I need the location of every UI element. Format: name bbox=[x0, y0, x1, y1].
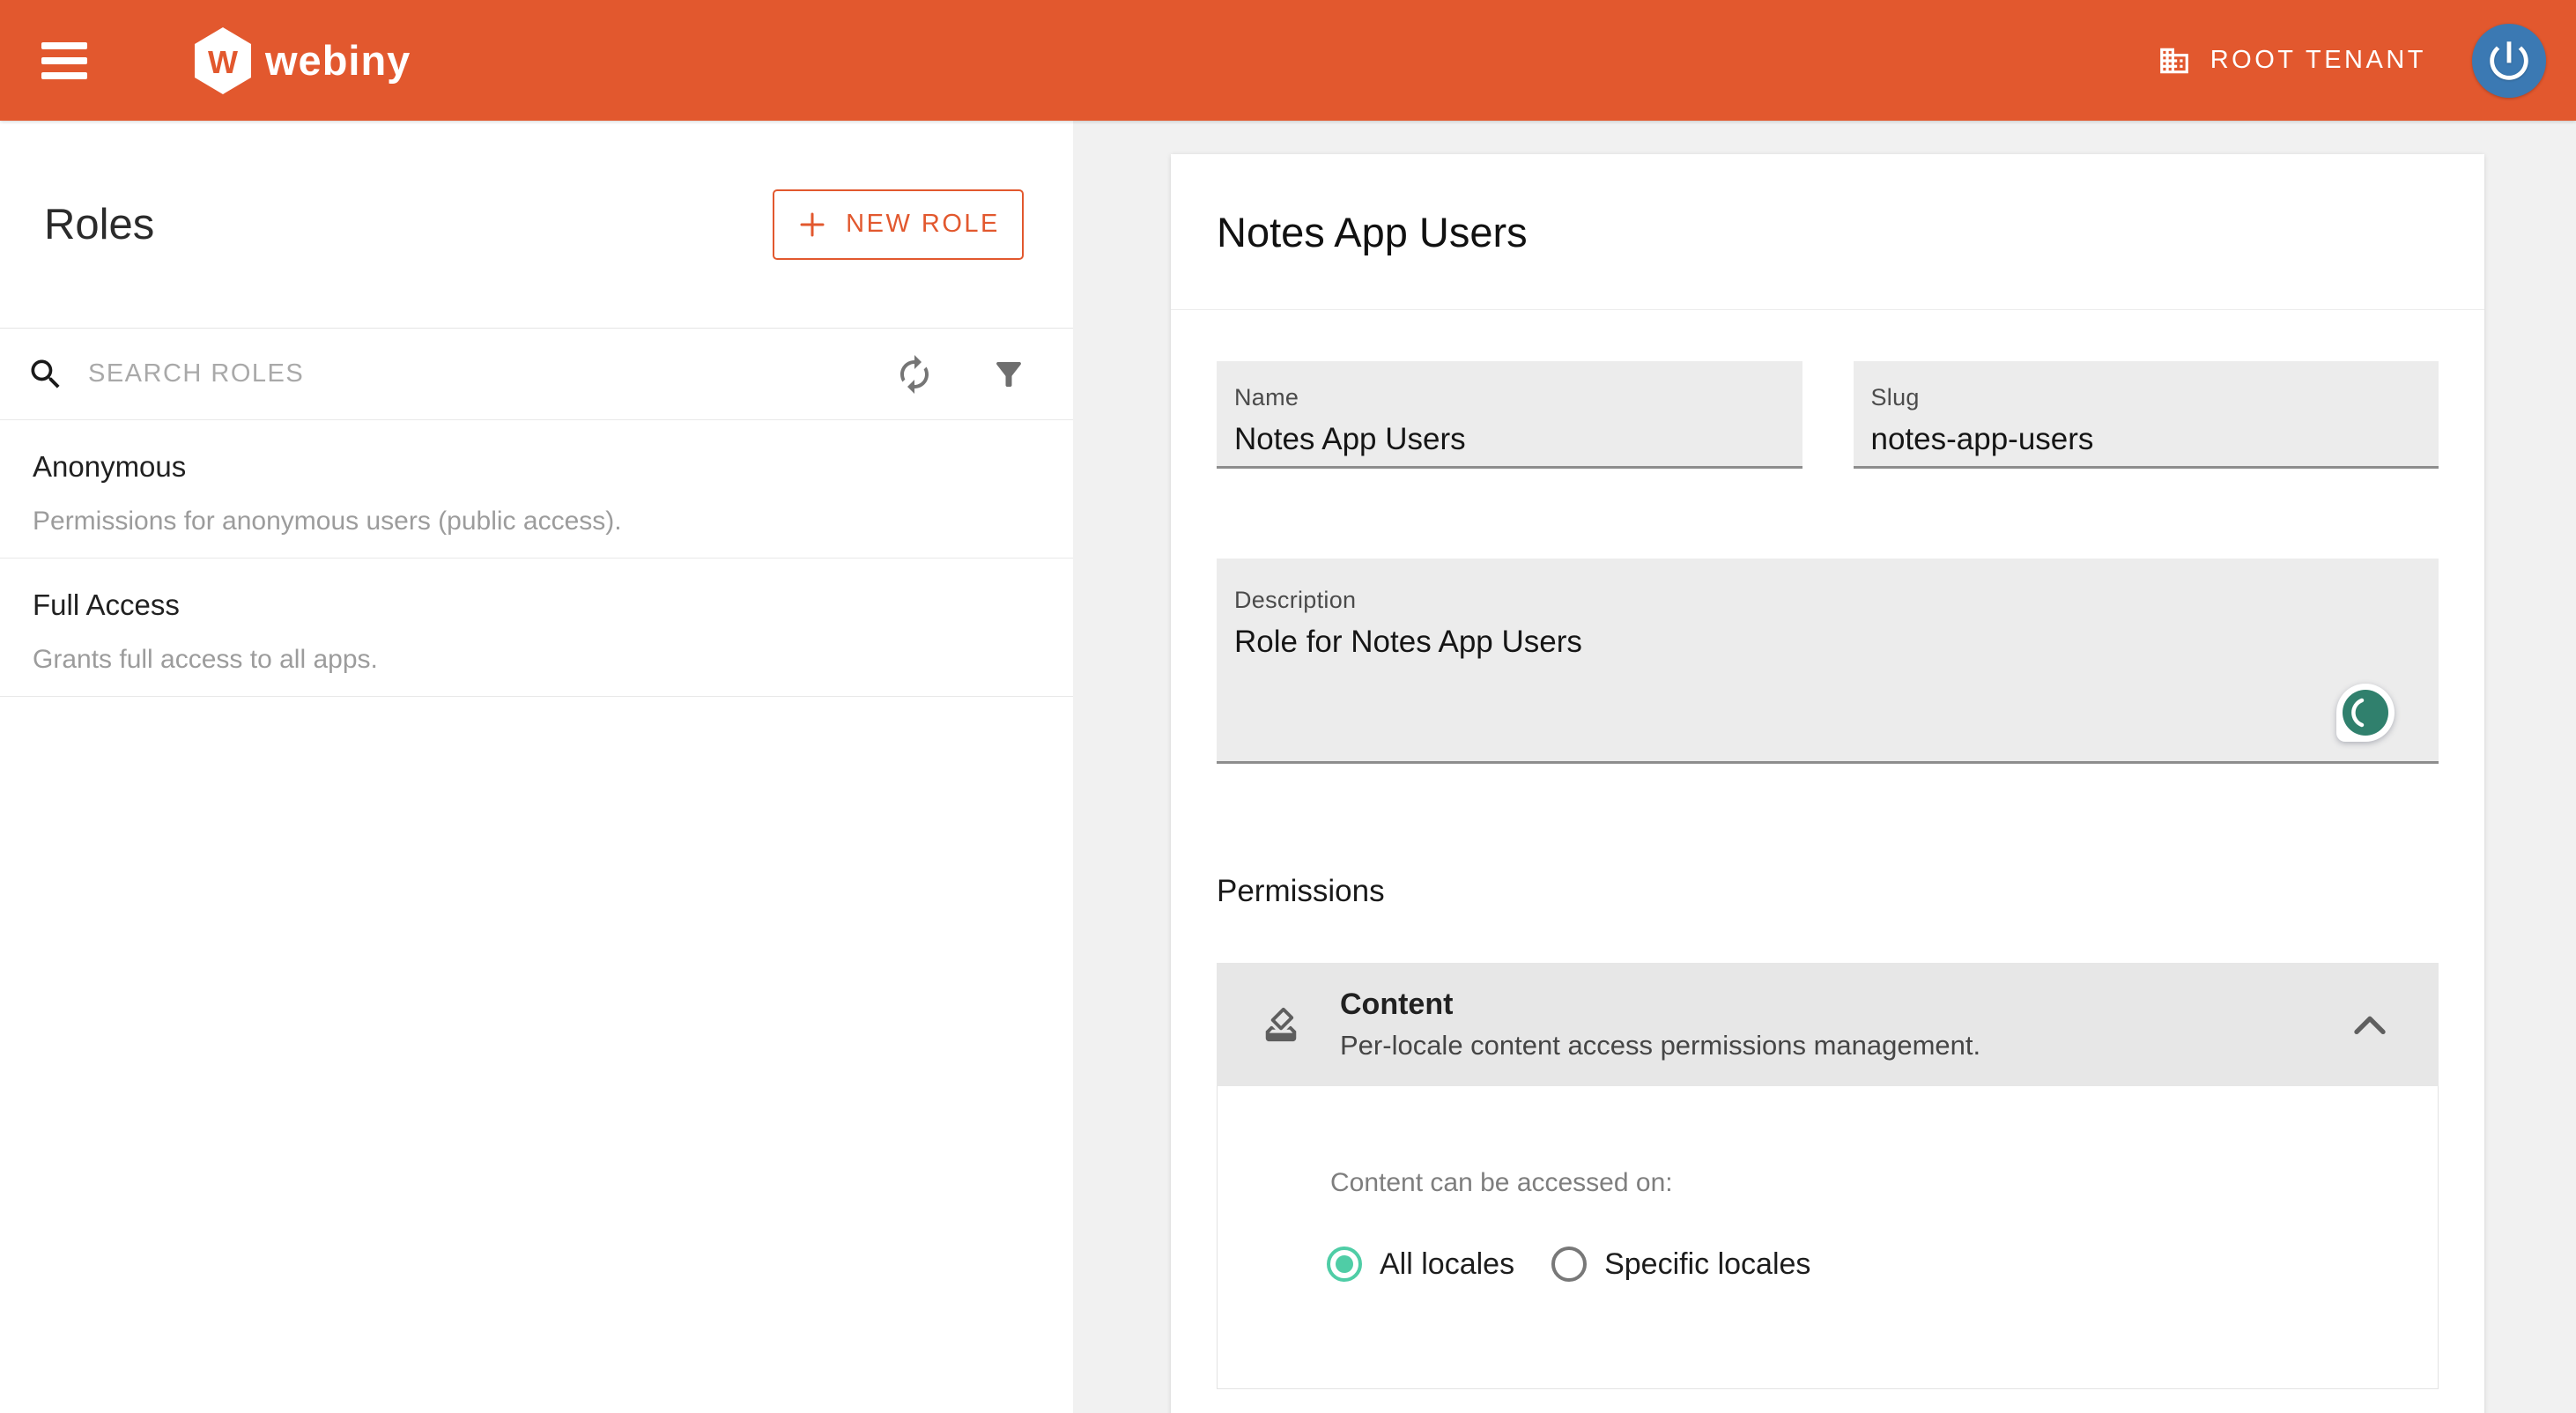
radio-all-locales-label[interactable]: All locales bbox=[1380, 1247, 1514, 1282]
slug-field[interactable]: Slug notes-app-users bbox=[1854, 361, 2439, 469]
webiny-hexagon-icon: W bbox=[195, 27, 251, 94]
top-app-bar: W webiny ROOT TENANT bbox=[0, 0, 2576, 121]
content-permissions-accordion: Content Per-locale content access permis… bbox=[1217, 963, 2439, 1389]
search-icon bbox=[26, 355, 65, 394]
radio-option-all-locales[interactable]: All locales bbox=[1327, 1247, 1514, 1282]
name-field[interactable]: Name Notes App Users bbox=[1217, 361, 1802, 469]
role-list-item-full-access[interactable]: Full Access Grants full access to all ap… bbox=[0, 559, 1073, 697]
permissions-heading: Permissions bbox=[1217, 872, 2439, 911]
refresh-icon bbox=[893, 353, 936, 396]
radio-specific-locales[interactable] bbox=[1551, 1247, 1587, 1282]
role-list-item-anonymous[interactable]: Anonymous Permissions for anonymous user… bbox=[0, 420, 1073, 559]
description-field[interactable]: Description Role for Notes App Users bbox=[1217, 559, 2439, 764]
roles-search-bar bbox=[0, 329, 1073, 420]
role-description: Permissions for anonymous users (public … bbox=[33, 507, 1038, 536]
role-description: Grants full access to all apps. bbox=[33, 645, 1038, 675]
content-accordion-body: Content can be accessed on: All locales … bbox=[1217, 1086, 2439, 1389]
power-icon bbox=[2483, 35, 2535, 86]
description-field-value: Role for Notes App Users bbox=[1234, 625, 2421, 660]
content-section-subtitle: Per-locale content access permissions ma… bbox=[1340, 1030, 1980, 1062]
role-detail-header: Notes App Users bbox=[1171, 154, 2484, 310]
tenant-selector[interactable]: ROOT TENANT bbox=[2158, 44, 2426, 78]
slug-field-value: notes-app-users bbox=[1871, 422, 2422, 457]
role-detail-title: Notes App Users bbox=[1217, 208, 1528, 256]
role-detail-card: Notes App Users Name Notes App Users Slu… bbox=[1171, 154, 2484, 1413]
locales-question-label: Content can be accessed on: bbox=[1330, 1168, 1673, 1198]
building-icon bbox=[2158, 44, 2191, 78]
locales-radio-group: All locales Specific locales bbox=[1327, 1229, 1810, 1299]
description-field-label: Description bbox=[1234, 587, 2421, 614]
brand-wordmark: webiny bbox=[265, 36, 411, 85]
name-field-value: Notes App Users bbox=[1234, 422, 1785, 457]
plus-icon bbox=[796, 209, 828, 240]
roles-list-panel: Roles NEW ROLE Anonymous Permissions for… bbox=[0, 121, 1073, 1413]
tenant-label: ROOT TENANT bbox=[2210, 46, 2426, 75]
radio-option-specific-locales[interactable]: Specific locales bbox=[1551, 1247, 1810, 1282]
content-accordion-header[interactable]: Content Per-locale content access permis… bbox=[1217, 963, 2439, 1086]
role-name: Full Access bbox=[33, 588, 1038, 622]
name-field-label: Name bbox=[1234, 384, 1785, 411]
user-avatar[interactable] bbox=[2472, 24, 2546, 98]
content-section-title: Content bbox=[1340, 988, 1980, 1022]
chat-widget-spinner[interactable] bbox=[2336, 684, 2395, 742]
refresh-button[interactable] bbox=[893, 353, 936, 396]
role-name: Anonymous bbox=[33, 450, 1038, 484]
roles-panel-header: Roles NEW ROLE bbox=[0, 121, 1073, 329]
filter-button[interactable] bbox=[990, 356, 1027, 393]
search-roles-input[interactable] bbox=[88, 359, 893, 388]
page-title: Roles bbox=[44, 200, 154, 249]
new-role-button[interactable]: NEW ROLE bbox=[773, 189, 1024, 260]
menu-icon[interactable] bbox=[41, 42, 87, 79]
webiny-logo: W webiny bbox=[195, 27, 411, 94]
chat-spinner-icon bbox=[2343, 690, 2388, 736]
ballot-box-icon bbox=[1261, 1004, 1301, 1045]
radio-all-locales[interactable] bbox=[1327, 1247, 1362, 1282]
filter-funnel-icon bbox=[990, 356, 1027, 393]
slug-field-label: Slug bbox=[1871, 384, 2422, 411]
radio-specific-locales-label[interactable]: Specific locales bbox=[1604, 1247, 1810, 1282]
chevron-up-icon[interactable] bbox=[2352, 1014, 2387, 1035]
role-detail-area: Notes App Users Name Notes App Users Slu… bbox=[1073, 121, 2576, 1413]
new-role-button-label: NEW ROLE bbox=[846, 210, 1000, 239]
logo-letter: W bbox=[208, 44, 238, 80]
